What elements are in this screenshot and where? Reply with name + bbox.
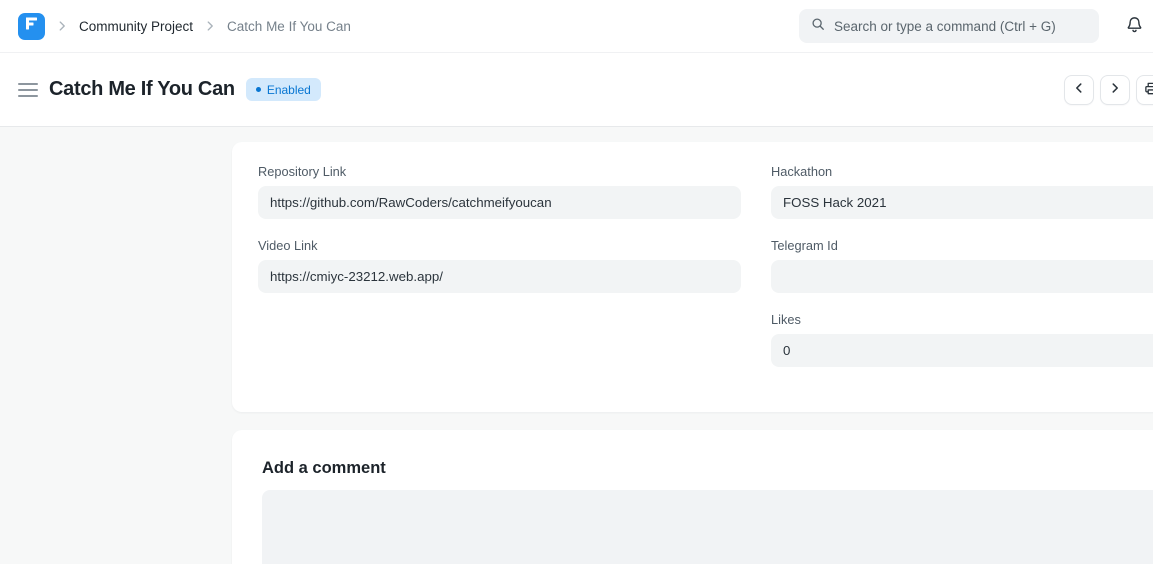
page-title: Catch Me If You Can bbox=[49, 78, 235, 101]
form-grid: Repository Link Video Link Hackathon Tel bbox=[258, 164, 1153, 386]
field-label: Video Link bbox=[258, 238, 741, 253]
bell-icon bbox=[1125, 15, 1144, 37]
breadcrumb-community-project[interactable]: Community Project bbox=[79, 19, 193, 34]
previous-document-button[interactable] bbox=[1064, 75, 1094, 105]
status-dot-icon bbox=[256, 87, 261, 92]
top-navbar: Community Project Catch Me If You Can bbox=[0, 0, 1153, 53]
form-column-left: Repository Link Video Link bbox=[258, 164, 741, 386]
comment-input[interactable] bbox=[262, 490, 1153, 564]
comments-heading: Add a comment bbox=[262, 460, 1153, 477]
chevron-left-icon bbox=[1072, 81, 1086, 98]
field-video-link: Video Link bbox=[258, 238, 741, 293]
hamburger-icon bbox=[18, 83, 40, 97]
app-logo[interactable] bbox=[18, 13, 45, 40]
field-hackathon: Hackathon bbox=[771, 164, 1153, 219]
video-link-input[interactable] bbox=[258, 260, 741, 293]
comments-section-card: Add a comment bbox=[232, 430, 1153, 564]
search-input[interactable] bbox=[834, 19, 1087, 34]
chevron-right-icon bbox=[55, 19, 69, 33]
document-body: Repository Link Video Link Hackathon Tel bbox=[0, 127, 1153, 564]
status-badge: Enabled bbox=[246, 78, 321, 101]
field-likes: Likes bbox=[771, 312, 1153, 367]
form-column-right: Hackathon Telegram Id Likes bbox=[771, 164, 1153, 386]
field-label: Likes bbox=[771, 312, 1153, 327]
search-icon bbox=[811, 17, 825, 36]
chevron-right-icon bbox=[203, 19, 217, 33]
likes-input[interactable] bbox=[771, 334, 1153, 367]
print-button[interactable] bbox=[1136, 75, 1153, 105]
field-label: Telegram Id bbox=[771, 238, 1153, 253]
app-window: Community Project Catch Me If You Can bbox=[0, 0, 1153, 566]
field-repository-link: Repository Link bbox=[258, 164, 741, 219]
field-telegram-id: Telegram Id bbox=[771, 238, 1153, 293]
form-section-card: Repository Link Video Link Hackathon Tel bbox=[232, 142, 1153, 412]
page-header: Catch Me If You Can Enabled bbox=[0, 53, 1153, 127]
sidebar-toggle-button[interactable] bbox=[18, 79, 40, 101]
breadcrumb-current-document: Catch Me If You Can bbox=[227, 19, 351, 34]
field-label: Hackathon bbox=[771, 164, 1153, 179]
header-actions bbox=[1064, 75, 1153, 105]
status-badge-label: Enabled bbox=[267, 83, 311, 97]
chevron-right-icon bbox=[1108, 81, 1122, 98]
frappe-logo-icon bbox=[24, 16, 39, 36]
hackathon-input[interactable] bbox=[771, 186, 1153, 219]
notifications-button[interactable] bbox=[1121, 13, 1147, 39]
repository-link-input[interactable] bbox=[258, 186, 741, 219]
next-document-button[interactable] bbox=[1100, 75, 1130, 105]
telegram-id-input[interactable] bbox=[771, 260, 1153, 293]
global-search[interactable] bbox=[799, 9, 1099, 43]
field-label: Repository Link bbox=[258, 164, 741, 179]
printer-icon bbox=[1144, 81, 1153, 99]
